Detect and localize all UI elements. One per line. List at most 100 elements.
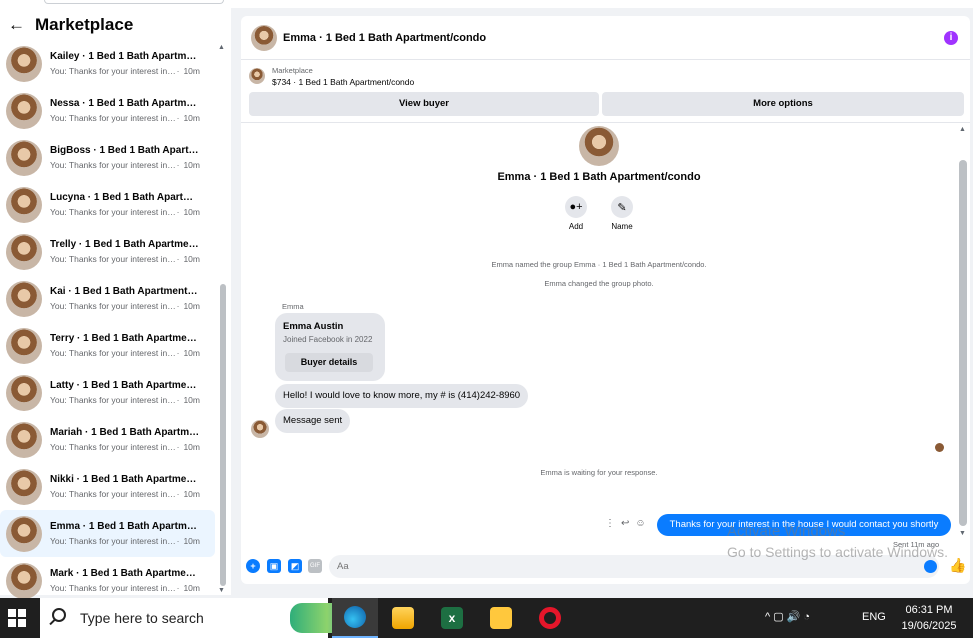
gif-icon[interactable]: GIF — [308, 559, 322, 573]
conversation-preview: You: Thanks for your interest in the hou… — [50, 207, 200, 217]
conversation-item[interactable]: Kailey · 1 Bed 1 Bath Apartment/condo You… — [0, 40, 215, 87]
incoming-message[interactable]: Hello! I would love to know more, my # i… — [275, 384, 529, 408]
conversation-item[interactable]: Nessa · 1 Bed 1 Bath Apartment/condo You:… — [0, 87, 215, 134]
sender-avatar — [251, 420, 269, 438]
taskbar-edge[interactable] — [332, 598, 378, 638]
taskbar-opera[interactable] — [527, 598, 573, 638]
view-buyer-button[interactable]: View buyer — [249, 92, 599, 116]
add-person-icon[interactable]: ●+ — [565, 196, 587, 218]
incoming-message[interactable]: Message sent — [275, 409, 351, 433]
dot-separator: · — [176, 442, 180, 452]
conversation-item[interactable]: Kai · 1 Bed 1 Bath Apartment/condo You: T… — [0, 275, 215, 322]
clock-date: 19/06/2025 — [901, 620, 957, 632]
conversation-name: Kai · 1 Bed 1 Bath Apartment/condo — [50, 286, 200, 297]
conversation-time: 10m — [183, 254, 200, 264]
conversation-text: Trelly · 1 Bed 1 Bath Apartment/condo You… — [50, 239, 200, 264]
conversation-time: 10m — [183, 489, 200, 499]
chat-avatar[interactable] — [251, 25, 277, 51]
listing-price-title[interactable]: $734 · 1 Bed 1 Bath Apartment/condo — [272, 77, 414, 87]
conversation-snippet: You: Thanks for your interest in the hou… — [50, 207, 177, 217]
system-message: Emma changed the group photo. — [544, 279, 654, 288]
scroll-up-icon[interactable]: ▲ — [959, 126, 966, 133]
more-icon[interactable]: ⋮ — [605, 518, 621, 529]
buyer-details-button[interactable]: Buyer details — [285, 353, 373, 372]
conversation-avatar — [6, 139, 42, 176]
chat-panel: Emma · 1 Bed 1 Bath Apartment/condo i Ma… — [241, 16, 970, 584]
conversation-text: Nessa · 1 Bed 1 Bath Apartment/condo You:… — [50, 98, 200, 123]
conversation-item[interactable]: Lucyna · 1 Bed 1 Bath Apartment/condo You… — [0, 181, 215, 228]
conversation-time: 10m — [183, 113, 200, 123]
conversation-item[interactable]: Nikki · 1 Bed 1 Bath Apartment/condo You:… — [0, 463, 215, 510]
edge-icon — [344, 606, 366, 628]
conversation-name: Mariah · 1 Bed 1 Bath Apartment/condo — [50, 427, 200, 438]
conversation-time: 10m — [183, 536, 200, 546]
conversation-name: Emma · 1 Bed 1 Bath Apartment/condo — [50, 521, 200, 532]
conversation-item[interactable]: Mark · 1 Bed 1 Bath Apartment/condo You: … — [0, 557, 215, 604]
conversation-item[interactable]: Terry · 1 Bed 1 Bath Apartment/condo You:… — [0, 322, 215, 369]
scroll-up-icon[interactable]: ▲ — [218, 44, 225, 51]
taskbar-clock[interactable]: 06:31 PM 19/06/2025 — [898, 602, 960, 634]
conversation-item[interactable]: Latty · 1 Bed 1 Bath Apartment/condo You:… — [0, 369, 215, 416]
chat-title[interactable]: Emma · 1 Bed 1 Bath Apartment/condo — [283, 32, 486, 44]
clock-time: 06:31 PM — [905, 604, 953, 616]
conversation-preview: You: Thanks for your interest in the hou… — [50, 254, 200, 264]
language-indicator[interactable]: ENG — [862, 611, 886, 623]
conversation-name: Nessa · 1 Bed 1 Bath Apartment/condo — [50, 98, 200, 109]
conversation-name: Trelly · 1 Bed 1 Bath Apartment/condo — [50, 239, 200, 250]
conversation-avatar — [6, 280, 42, 317]
watermark-line1: Activate Windows — [727, 523, 846, 540]
taskbar-file-explorer[interactable] — [380, 598, 426, 638]
scroll-down-icon[interactable]: ▼ — [959, 530, 966, 537]
scrollbar-thumb[interactable] — [959, 160, 967, 526]
add-people-action[interactable]: ●+ Add — [551, 196, 601, 231]
opera-icon — [539, 607, 561, 629]
conversation-item[interactable]: BigBoss · 1 Bed 1 Bath Apartment/condo Yo… — [0, 134, 215, 181]
seen-avatar — [935, 443, 944, 452]
image-icon[interactable]: ▣ — [267, 559, 281, 573]
conversation-time: 10m — [183, 207, 200, 217]
conversation-time: 10m — [183, 301, 200, 311]
scrollbar-thumb[interactable] — [220, 284, 226, 586]
conversation-time: 10m — [183, 395, 200, 405]
taskbar-excel[interactable]: x — [429, 598, 475, 638]
taskbar-sticky-notes[interactable] — [478, 598, 524, 638]
back-arrow-icon[interactable]: ← — [8, 15, 25, 35]
marketplace-listing: Marketplace $734 · 1 Bed 1 Bath Apartmen… — [241, 61, 970, 123]
taskbar-search[interactable]: Type here to search — [40, 598, 364, 638]
sidebar-scrollbar[interactable]: ▲ ▼ — [218, 44, 227, 594]
sticky-notes-icon — [490, 607, 512, 629]
conversation-item[interactable]: Mariah · 1 Bed 1 Bath Apartment/condo You… — [0, 416, 215, 463]
pencil-icon[interactable]: ✎ — [611, 196, 633, 218]
plus-icon[interactable]: + — [246, 559, 260, 573]
windows-start-icon[interactable] — [8, 609, 26, 627]
conversation-name: Lucyna · 1 Bed 1 Bath Apartment/condo — [50, 192, 200, 203]
conversation-text: Lucyna · 1 Bed 1 Bath Apartment/condo You… — [50, 192, 200, 217]
conversation-snippet: You: Thanks for your interest in the hou… — [50, 395, 177, 405]
conversation-avatar — [6, 421, 42, 458]
conversation-item[interactable]: Emma · 1 Bed 1 Bath Apartment/condo You: … — [0, 510, 215, 557]
info-icon[interactable]: i — [944, 31, 958, 45]
dot-separator: · — [176, 160, 180, 170]
reply-icon[interactable]: ↩ — [621, 518, 635, 529]
conversation-item[interactable]: Trelly · 1 Bed 1 Bath Apartment/condo You… — [0, 228, 215, 275]
listing-thumbnail[interactable] — [249, 68, 265, 84]
listing-label: Marketplace — [272, 66, 313, 75]
dot-separator: · — [176, 395, 180, 405]
name-group-action[interactable]: ✎ Name — [597, 196, 647, 231]
conversation-snippet: You: Thanks for your interest in the hou… — [50, 160, 177, 170]
system-tray[interactable]: ^ ▢ 🔊 ◔ — [765, 610, 810, 623]
conversation-text: BigBoss · 1 Bed 1 Bath Apartment/condo Yo… — [50, 145, 200, 170]
conversation-text: Kai · 1 Bed 1 Bath Apartment/condo You: T… — [50, 286, 200, 311]
thumbs-up-icon[interactable]: 👍 — [949, 557, 966, 574]
react-icon[interactable]: ☺ — [635, 518, 651, 529]
folder-icon — [392, 607, 414, 629]
chat-scrollbar[interactable]: ▲ ▼ — [957, 124, 969, 549]
conversation-preview: You: Thanks for your interest in the hou… — [50, 536, 200, 546]
system-message: Emma named the group Emma · 1 Bed 1 Bath… — [491, 260, 707, 269]
conversation-avatar — [6, 186, 42, 223]
sticker-icon[interactable]: ◩ — [288, 559, 302, 573]
scroll-down-icon[interactable]: ▼ — [218, 587, 225, 594]
conversation-preview: You: Thanks for your interest in the hou… — [50, 583, 200, 593]
more-options-button[interactable]: More options — [602, 92, 964, 116]
activate-windows-watermark: Activate Windows Go to Settings to activ… — [727, 521, 948, 563]
